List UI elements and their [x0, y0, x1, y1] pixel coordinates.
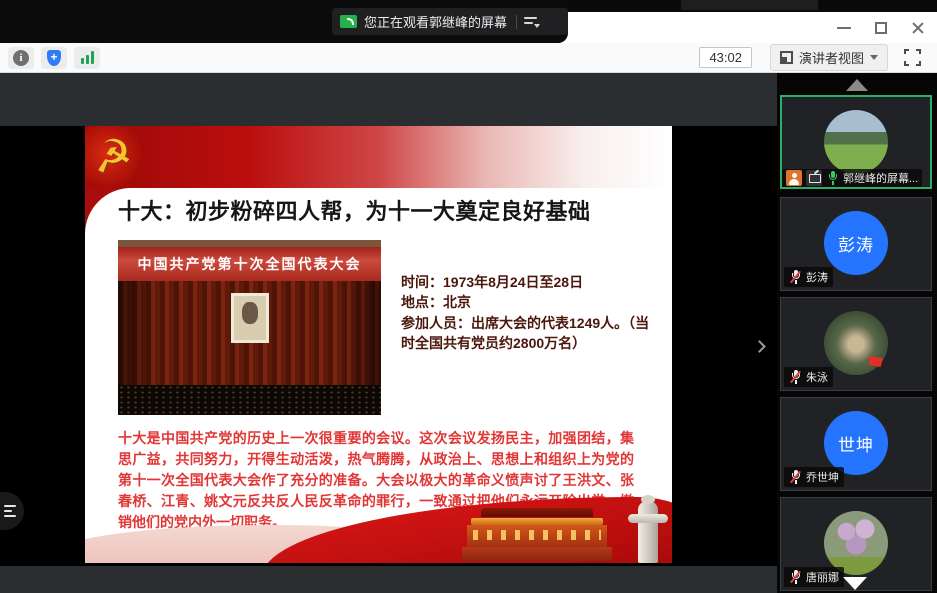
network-signal-icon — [81, 51, 94, 64]
scroll-up-icon[interactable] — [846, 79, 868, 91]
screen-watch-pill: 您正在观看郭继峰的屏幕 — [332, 8, 568, 35]
slide-title: 十大：初步粉碎四人帮，为十一大奠定良好基础 — [118, 194, 663, 226]
slide-info-place: 地点：北京 — [401, 292, 657, 312]
chevron-right-icon — [753, 340, 766, 353]
window-titlebar — [560, 12, 937, 43]
screen-watch-banner: 您正在观看郭继峰的屏幕 — [0, 0, 568, 43]
screen-share-green-icon — [340, 15, 357, 28]
meeting-window: 您正在观看郭继峰的屏幕 43:02 演讲者视图 ☭ 十大：初步粉碎四人帮，为十一… — [0, 0, 937, 593]
congress-hall — [118, 281, 381, 385]
shared-screen-bottom-strip — [0, 566, 777, 593]
participant-tile[interactable]: 朱泳 — [780, 297, 932, 391]
slide-content: 十大：初步粉碎四人帮，为十一大奠定良好基础 中国共产党第十次全国代表大会 时间：… — [85, 188, 672, 563]
party-emblem-icon: ☭ — [85, 126, 141, 188]
screen-share-badge-icon — [806, 170, 822, 186]
close-icon[interactable] — [911, 21, 925, 35]
slide-info-attendees: 参加人员：出席大会的代表1249人。（当时全国共有党员约2800万名） — [401, 313, 657, 354]
avatar — [824, 511, 888, 575]
congress-photo-banner: 中国共产党第十次全国代表大会 — [118, 247, 381, 281]
slide-info-time: 时间：1973年8月24日至28日 — [401, 272, 657, 292]
mic-muted-icon — [789, 370, 802, 384]
participant-label: 乔世坤 — [784, 467, 844, 487]
network-button[interactable] — [74, 47, 100, 69]
security-button[interactable] — [41, 47, 67, 69]
meeting-timer: 43:02 — [699, 47, 752, 68]
mic-muted-icon — [789, 270, 802, 284]
minimize-icon[interactable] — [837, 27, 851, 29]
info-icon — [13, 50, 29, 66]
participant-label: 彭涛 — [784, 267, 833, 287]
speaker-view-icon — [780, 51, 793, 64]
participant-name: 朱泳 — [806, 369, 828, 385]
presentation-slide: ☭ 十大：初步粉碎四人帮，为十一大奠定良好基础 中国共产党第十次全国代表大会 时… — [85, 126, 672, 563]
chevron-down-icon — [870, 55, 878, 60]
mic-muted-icon — [789, 470, 802, 484]
security-shield-icon — [47, 50, 61, 66]
avatar: 世坤 — [824, 411, 888, 475]
participants-sidebar: 郭继峰的屏幕... 彭涛 彭涛 朱泳 世坤 乔世坤 — [777, 73, 937, 593]
participant-tile[interactable]: 世坤 乔世坤 — [780, 397, 932, 491]
slide-red-band — [85, 126, 672, 188]
participant-label: 郭继峰的屏幕... — [782, 169, 922, 187]
shared-screen-area: ☭ 十大：初步粉碎四人帮，为十一大奠定良好基础 中国共产党第十次全国代表大会 时… — [0, 73, 777, 593]
view-mode-dropdown[interactable]: 演讲者视图 — [770, 44, 888, 71]
huabiao-column-illustration — [638, 501, 658, 563]
avatar: 彭涛 — [824, 211, 888, 275]
thumbnail-panel-toggle[interactable] — [0, 492, 24, 530]
view-mode-label: 演讲者视图 — [799, 48, 864, 67]
background-window-edge — [681, 0, 818, 10]
fullscreen-button[interactable] — [904, 49, 921, 66]
congress-crowd — [118, 385, 381, 415]
sidebar-collapse-button[interactable] — [748, 331, 770, 361]
meeting-toolbar: 43:02 演讲者视图 — [0, 43, 937, 73]
participant-tile[interactable]: 彭涛 彭涛 — [780, 197, 932, 291]
avatar — [824, 110, 888, 174]
host-badge-icon — [786, 170, 802, 186]
list-menu-icon[interactable] — [524, 16, 540, 28]
shared-screen-top-strip — [0, 73, 777, 126]
participant-label: 朱泳 — [784, 367, 833, 387]
portrait — [231, 293, 269, 343]
participant-tile-screen-share[interactable]: 郭继峰的屏幕... — [780, 95, 932, 189]
participant-name: 乔世坤 — [806, 469, 839, 485]
mic-muted-icon — [789, 570, 802, 584]
maximize-icon[interactable] — [875, 22, 887, 34]
scroll-down-icon[interactable] — [843, 577, 867, 590]
mic-on-icon — [826, 171, 839, 185]
participant-name: 彭涛 — [806, 269, 828, 285]
tiananmen-illustration — [462, 508, 612, 563]
participant-name: 唐丽娜 — [806, 569, 839, 585]
slide-info-block: 时间：1973年8月24日至28日 地点：北京 参加人员：出席大会的代表1249… — [401, 272, 657, 353]
info-button[interactable] — [8, 47, 34, 69]
screen-watch-text: 您正在观看郭继峰的屏幕 — [364, 12, 507, 31]
participant-label: 唐丽娜 — [784, 567, 844, 587]
congress-photo: 中国共产党第十次全国代表大会 — [118, 240, 381, 415]
participant-name: 郭继峰的屏幕... — [843, 170, 918, 186]
pill-divider — [516, 15, 517, 29]
